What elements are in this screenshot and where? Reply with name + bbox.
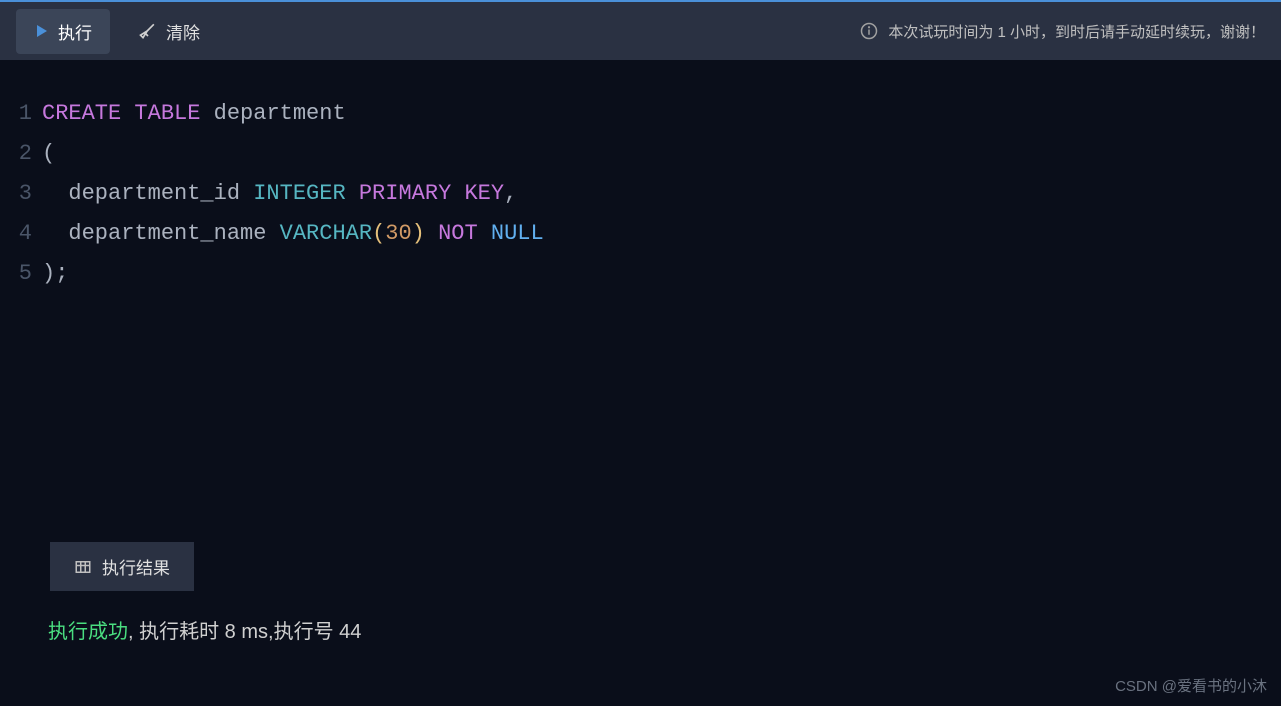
play-icon xyxy=(34,23,50,39)
table-icon xyxy=(74,558,92,576)
execute-label: 执行 xyxy=(58,19,92,44)
line-number: 5 xyxy=(0,254,42,294)
execute-button[interactable]: 执行 xyxy=(16,9,110,54)
broom-icon xyxy=(138,21,158,41)
result-tabs: 执行结果 xyxy=(0,542,1281,591)
code-content: ); xyxy=(42,254,1281,294)
status-detail: , 执行耗时 8 ms,执行号 44 xyxy=(128,615,361,644)
line-number: 1 xyxy=(0,94,42,134)
code-line: 1CREATE TABLE department xyxy=(0,94,1281,134)
code-line: 2( xyxy=(0,134,1281,174)
line-number: 4 xyxy=(0,214,42,254)
line-number: 3 xyxy=(0,174,42,214)
info-message: 本次试玩时间为 1 小时，到时后请手动延时续玩，谢谢！ xyxy=(860,21,1265,42)
code-content: ( xyxy=(42,134,1281,174)
clear-label: 清除 xyxy=(166,19,200,44)
watermark: CSDN @爱看书的小沐 xyxy=(1115,675,1267,696)
clear-button[interactable]: 清除 xyxy=(138,19,200,44)
tab-result[interactable]: 执行结果 xyxy=(50,542,194,591)
info-text: 本次试玩时间为 1 小时，到时后请手动延时续玩，谢谢！ xyxy=(888,21,1265,42)
line-number: 2 xyxy=(0,134,42,174)
toolbar: 执行 清除 本次试玩时间为 1 小时，到时后请手动延时续玩，谢谢！ xyxy=(0,2,1281,60)
code-content: department_id INTEGER PRIMARY KEY, xyxy=(42,174,1281,214)
status-bar: 执行成功 , 执行耗时 8 ms,执行号 44 xyxy=(0,591,1281,654)
code-line: 3 department_id INTEGER PRIMARY KEY, xyxy=(0,174,1281,214)
status-success: 执行成功 xyxy=(48,615,128,644)
result-tab-label: 执行结果 xyxy=(102,554,170,579)
code-content: CREATE TABLE department xyxy=(42,94,1281,134)
code-line: 5); xyxy=(0,254,1281,294)
code-editor[interactable]: 1CREATE TABLE department2(3 department_i… xyxy=(0,60,1281,542)
code-line: 4 department_name VARCHAR(30) NOT NULL xyxy=(0,214,1281,254)
code-content: department_name VARCHAR(30) NOT NULL xyxy=(42,214,1281,254)
info-icon xyxy=(860,22,878,40)
